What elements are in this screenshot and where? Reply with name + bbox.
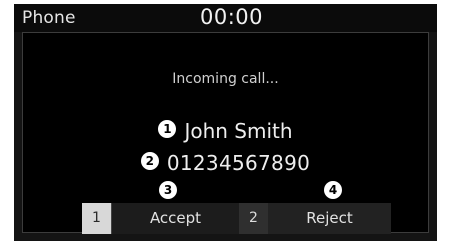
caller-number: 01234567890: [166, 151, 311, 175]
callout-1-marker: 1: [158, 120, 177, 138]
caller-name: John Smith: [184, 119, 293, 143]
head-unit-screen: Phone 00:00 Incoming call... 1 John Smith…: [14, 4, 437, 241]
caller-number-row: 2 01234567890: [23, 151, 428, 175]
app-title: Phone: [22, 8, 76, 28]
callout-3-marker: 3: [159, 181, 177, 199]
reject-button[interactable]: 2 Reject: [239, 203, 391, 234]
clock: 00:00: [200, 5, 264, 29]
callout-2-marker: 2: [140, 152, 159, 170]
accept-button-index: 1: [82, 203, 111, 234]
accept-button-label: Accept: [111, 203, 239, 234]
call-status-text: Incoming call...: [172, 71, 279, 87]
incoming-call-panel: Incoming call... 1 John Smith 2 0123456789…: [22, 32, 429, 234]
accept-button[interactable]: 1 Accept: [82, 203, 239, 234]
reject-button-label: Reject: [268, 203, 391, 234]
callout-4-marker: 4: [324, 181, 342, 199]
reject-button-index: 2: [239, 203, 268, 234]
caller-name-row: 1 John Smith: [23, 119, 428, 143]
status-bar: Phone 00:00: [14, 4, 437, 32]
